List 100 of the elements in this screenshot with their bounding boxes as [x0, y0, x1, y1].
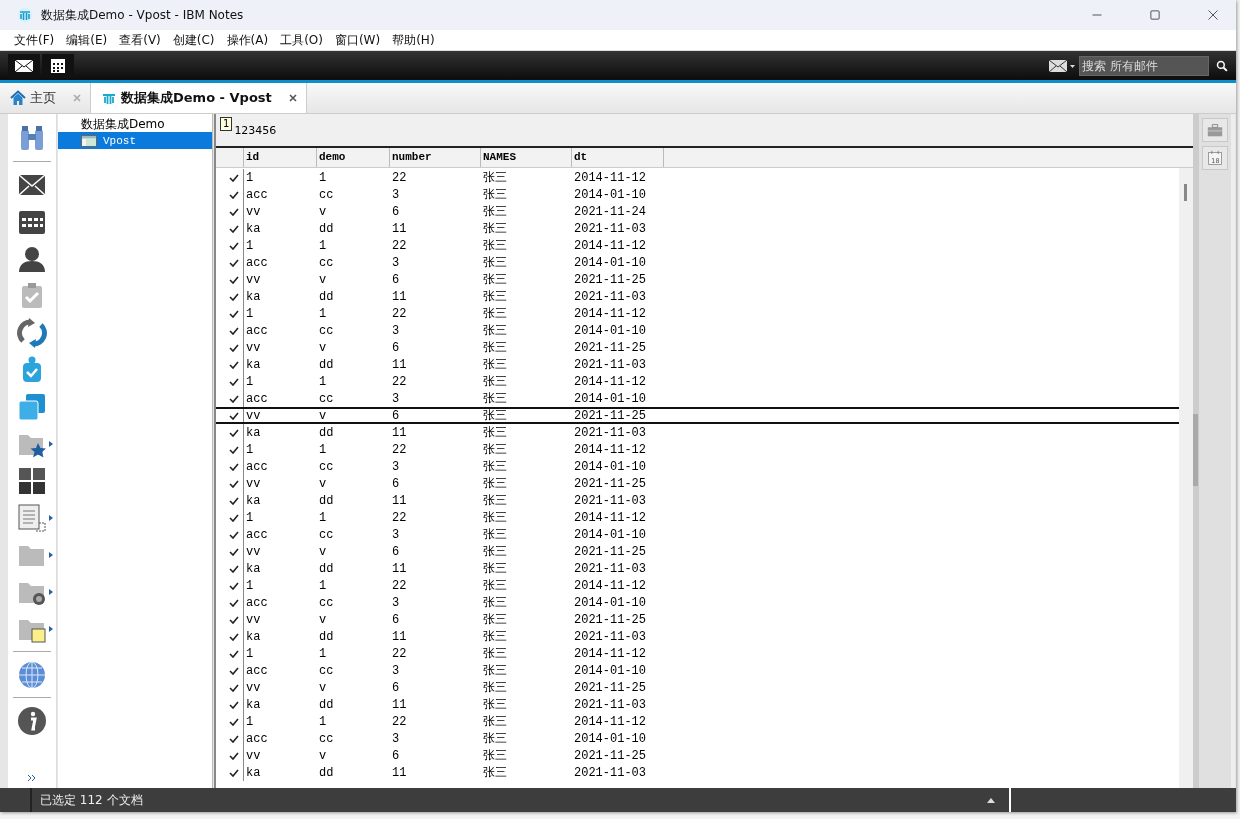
menu-item[interactable]: 帮助(H): [392, 31, 435, 49]
table-row[interactable]: acc cc 3 张三 2014-01-10: [216, 458, 1179, 475]
checkmark-icon[interactable]: [229, 666, 239, 675]
mail-dropdown-icon[interactable]: [1048, 57, 1076, 74]
caret-icon[interactable]: [49, 626, 53, 632]
checkmark-icon[interactable]: [229, 564, 239, 573]
table-row[interactable]: 1 1 22 张三 2014-11-12: [216, 305, 1179, 322]
table-row[interactable]: ka dd 11 张三 2021-11-03: [216, 696, 1179, 713]
menu-item[interactable]: 文件(F): [14, 31, 55, 49]
table-row[interactable]: vv v 6 张三 2021-11-25: [216, 475, 1179, 492]
table-row[interactable]: ka dd 11 张三 2021-11-03: [216, 424, 1179, 441]
column-header[interactable]: demo: [317, 148, 390, 167]
menu-item[interactable]: 操作(A): [226, 31, 269, 49]
checkmark-icon[interactable]: [229, 717, 239, 726]
navigator-item[interactable]: Vpost: [58, 132, 212, 149]
menu-item[interactable]: 工具(O): [280, 31, 323, 49]
checkmark-icon[interactable]: [229, 615, 239, 624]
table-row[interactable]: acc cc 3 张三 2014-01-10: [216, 730, 1179, 747]
checkmark-icon[interactable]: [229, 258, 239, 267]
checkmark-icon[interactable]: [229, 496, 239, 505]
table-row[interactable]: acc cc 3 张三 2014-01-10: [216, 662, 1179, 679]
checkmark-icon[interactable]: [229, 513, 239, 522]
table-row[interactable]: acc cc 3 张三 2014-01-10: [216, 186, 1179, 203]
checkmark-icon[interactable]: [229, 428, 239, 437]
checkmark-icon[interactable]: [229, 224, 239, 233]
grid-icon[interactable]: [17, 465, 47, 496]
close-icon[interactable]: [287, 93, 298, 103]
checkmark-icon[interactable]: [229, 598, 239, 607]
checkmark-icon[interactable]: [229, 581, 239, 590]
search-field[interactable]: 搜索 所有邮件: [1079, 55, 1209, 76]
info-icon[interactable]: [17, 705, 47, 736]
table-row[interactable]: acc cc 3 张三 2014-01-10: [216, 322, 1179, 339]
table-row[interactable]: 1 1 22 张三 2014-11-12: [216, 169, 1179, 186]
column-header[interactable]: NAMES: [481, 148, 572, 167]
checkmark-icon[interactable]: [229, 649, 239, 658]
table-row[interactable]: vv v 6 张三 2021-11-25: [216, 611, 1179, 628]
checkmark-icon[interactable]: [229, 292, 239, 301]
column-header[interactable]: dt: [572, 148, 664, 167]
checkmark-icon[interactable]: [229, 683, 239, 692]
table-row[interactable]: vv v 6 张三 2021-11-25: [216, 679, 1179, 696]
table-row[interactable]: acc cc 3 张三 2014-01-10: [216, 390, 1179, 407]
checkmark-icon[interactable]: [229, 768, 239, 777]
table-row[interactable]: 1 1 22 张三 2014-11-12: [216, 441, 1179, 458]
table-row[interactable]: ka dd 11 张三 2021-11-03: [216, 764, 1179, 781]
column-header[interactable]: id: [244, 148, 317, 167]
table-row[interactable]: 1 1 22 张三 2014-11-12: [216, 713, 1179, 730]
table-row[interactable]: 1 1 22 张三 2014-11-12: [216, 509, 1179, 526]
sync-icon[interactable]: [17, 317, 47, 348]
expand-icon[interactable]: [27, 774, 37, 782]
table-row[interactable]: vv v 6 张三 2021-11-25: [216, 339, 1179, 356]
tab[interactable]: 数据集成Demo - Vpost: [91, 83, 307, 113]
table-row[interactable]: ka dd 11 张三 2021-11-03: [216, 628, 1179, 645]
checkmark-icon[interactable]: [229, 700, 239, 709]
search-icon[interactable]: [1216, 59, 1228, 72]
table-row[interactable]: vv v 6 张三 2021-11-25: [216, 407, 1179, 424]
table-row[interactable]: acc cc 3 张三 2014-01-10: [216, 254, 1179, 271]
checkmark-icon[interactable]: [229, 207, 239, 216]
checkmark-icon[interactable]: [229, 326, 239, 335]
column-header[interactable]: number: [390, 148, 481, 167]
checkmark-icon[interactable]: [229, 411, 239, 420]
table-row[interactable]: ka dd 11 张三 2021-11-03: [216, 220, 1179, 237]
checkmark-icon[interactable]: [229, 190, 239, 199]
checkmark-icon[interactable]: [229, 309, 239, 318]
documents-icon[interactable]: [17, 391, 47, 422]
checkmark-icon[interactable]: [229, 547, 239, 556]
checkmark-icon[interactable]: [229, 751, 239, 760]
checkmark-icon[interactable]: [229, 275, 239, 284]
menu-item[interactable]: 编辑(E): [66, 31, 108, 49]
checkmark-icon[interactable]: [229, 530, 239, 539]
scrollbar[interactable]: [1179, 168, 1193, 788]
splitter-handle[interactable]: [1193, 114, 1198, 788]
checkmark-icon[interactable]: [229, 360, 239, 369]
table-row[interactable]: acc cc 3 张三 2014-01-10: [216, 526, 1179, 543]
caret-icon[interactable]: [49, 552, 53, 558]
table-row[interactable]: ka dd 11 张三 2021-11-03: [216, 356, 1179, 373]
checkmark-icon[interactable]: [229, 377, 239, 386]
table-row[interactable]: ka dd 11 张三 2021-11-03: [216, 288, 1179, 305]
checkmark-icon[interactable]: [229, 241, 239, 250]
table-row[interactable]: vv v 6 张三 2021-11-24: [216, 203, 1179, 220]
checkmark-icon[interactable]: [229, 479, 239, 488]
table-row[interactable]: acc cc 3 张三 2014-01-10: [216, 594, 1179, 611]
table-row[interactable]: 1 1 22 张三 2014-11-12: [216, 577, 1179, 594]
checkmark-icon[interactable]: [229, 445, 239, 454]
table-row[interactable]: ka dd 11 张三 2021-11-03: [216, 560, 1179, 577]
caret-icon[interactable]: [49, 515, 53, 521]
table-row[interactable]: vv v 6 张三 2021-11-25: [216, 271, 1179, 288]
menu-item[interactable]: 创建(C): [172, 31, 215, 49]
table-row[interactable]: 1 1 22 张三 2014-11-12: [216, 373, 1179, 390]
table-row[interactable]: 1 1 22 张三 2014-11-12: [216, 645, 1179, 662]
caret-icon[interactable]: [49, 589, 53, 595]
caret-icon[interactable]: [987, 797, 995, 803]
checkmark-icon[interactable]: [229, 173, 239, 182]
table-row[interactable]: vv v 6 张三 2021-11-25: [216, 543, 1179, 560]
checkmark-icon[interactable]: [229, 462, 239, 471]
checkmark-icon[interactable]: [229, 394, 239, 403]
table-row[interactable]: vv v 6 张三 2021-11-25: [216, 747, 1179, 764]
globe-icon[interactable]: [17, 659, 47, 690]
checkmark-icon[interactable]: [229, 343, 239, 352]
checkmark-icon[interactable]: [229, 632, 239, 641]
checkmark-icon[interactable]: [229, 734, 239, 743]
